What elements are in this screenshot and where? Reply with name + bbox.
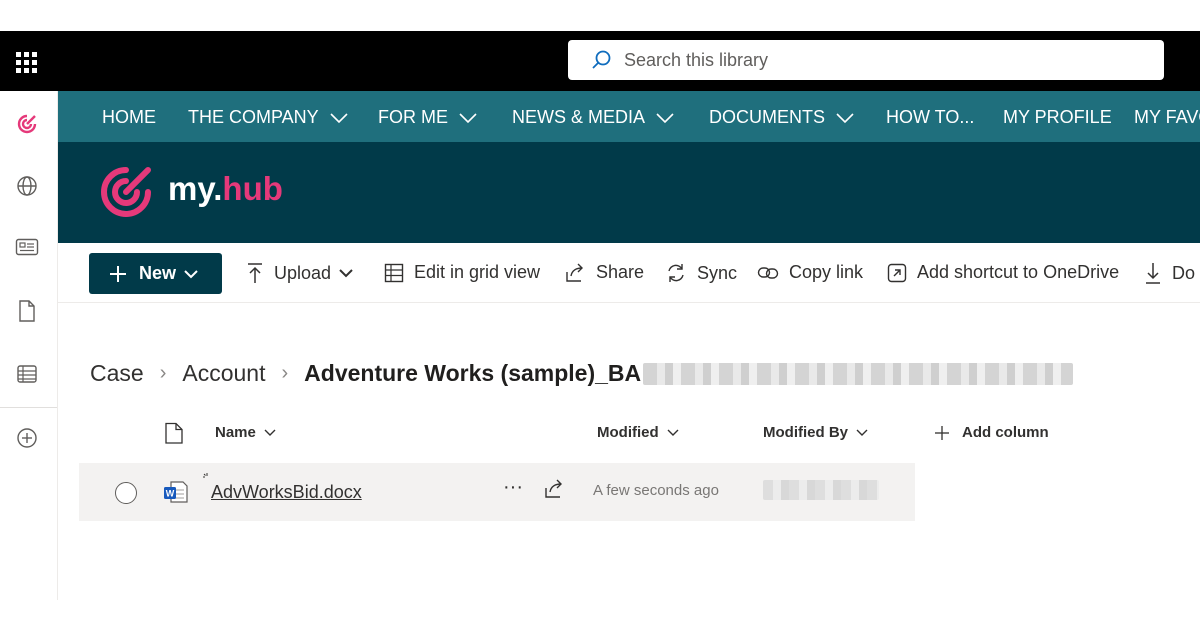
nav-for-me[interactable]: FOR ME — [378, 107, 478, 128]
nav-label: MY PROFILE — [1003, 107, 1112, 127]
logo-prefix: my. — [168, 170, 223, 207]
search-box[interactable]: Search this library — [568, 40, 1164, 80]
chevron-down-icon — [836, 112, 854, 123]
breadcrumb-item-case[interactable]: Case — [90, 360, 144, 387]
add-icon[interactable] — [14, 425, 40, 451]
nav-my-favourites[interactable]: MY FAVO — [1134, 107, 1200, 128]
nav-label: HOME — [102, 107, 156, 127]
breadcrumb-current: Adventure Works (sample)_BA — [304, 360, 642, 386]
sync-label: Sync — [697, 262, 738, 283]
document-icon[interactable] — [14, 298, 40, 324]
nav-my-profile[interactable]: MY PROFILE — [1003, 107, 1112, 128]
site-logo[interactable]: my.hub — [168, 170, 283, 208]
chevron-down-icon — [656, 112, 674, 123]
link-icon — [757, 266, 779, 279]
share-button[interactable]: Share — [564, 262, 644, 283]
chevron-down-icon — [339, 269, 353, 278]
copylink-label: Copy link — [789, 262, 864, 282]
share-icon[interactable] — [543, 479, 565, 499]
chevron-down-icon — [264, 429, 276, 436]
file-name-link[interactable]: AdvWorksBid.docx — [211, 482, 362, 503]
download-button[interactable]: Do — [1144, 262, 1195, 284]
breadcrumb-item-account[interactable]: Account — [182, 360, 265, 387]
hub-navigation: HOME THE COMPANY FOR ME NEWS & MEDIA DOC… — [58, 91, 1200, 142]
chevron-right-icon: › — [159, 362, 167, 384]
chevron-down-icon — [459, 112, 477, 123]
nav-label: FOR ME — [378, 107, 448, 127]
nav-label: NEWS & MEDIA — [512, 107, 646, 127]
sync-button[interactable]: Sync — [665, 262, 737, 284]
download-label: Do — [1172, 262, 1196, 283]
app-rail — [0, 91, 58, 600]
logo-suffix: hub — [222, 170, 283, 207]
command-bar: New Upload Edit in grid view Share Sync … — [58, 244, 1200, 303]
upload-button[interactable]: Upload — [246, 262, 353, 284]
nav-label: HOW TO... — [886, 107, 975, 127]
modified-by-redacted — [763, 480, 879, 500]
globe-icon[interactable] — [14, 173, 40, 199]
app-launcher-icon[interactable] — [16, 52, 38, 73]
column-label: Add column — [962, 424, 1049, 441]
more-options-icon[interactable]: ··· — [503, 476, 523, 499]
grid-label: Edit in grid view — [414, 262, 541, 282]
new-label: New — [139, 263, 177, 283]
nav-label: THE COMPANY — [188, 107, 319, 127]
name-column-header[interactable]: Name — [215, 424, 276, 441]
shortcut-label: Add shortcut to OneDrive — [917, 262, 1120, 282]
add-column-button[interactable]: Add column — [934, 424, 1049, 441]
download-icon — [1146, 263, 1160, 284]
plus-icon — [935, 425, 949, 440]
edit-grid-button[interactable]: Edit in grid view — [384, 262, 540, 283]
column-label: Modified — [597, 424, 659, 441]
myhub-icon[interactable] — [14, 111, 40, 137]
file-type-column-header[interactable] — [164, 422, 184, 444]
row-select-checkbox[interactable] — [115, 482, 137, 504]
nav-label: DOCUMENTS — [709, 107, 825, 127]
modified-by-column-header[interactable]: Modified By — [763, 424, 868, 441]
word-file-icon: W — [164, 481, 188, 503]
share-label: Share — [596, 262, 645, 282]
upload-icon — [248, 263, 262, 283]
nav-home[interactable]: HOME — [102, 107, 156, 128]
chevron-down-icon — [856, 429, 868, 436]
column-label: Name — [215, 424, 256, 441]
search-icon — [592, 50, 611, 69]
chevron-down-icon — [330, 112, 348, 123]
myhub-logo-icon[interactable] — [98, 164, 156, 220]
copy-link-button[interactable]: Copy link — [757, 262, 863, 283]
list-icon[interactable] — [14, 361, 40, 387]
hub-header: my.hub — [58, 142, 1200, 243]
plus-icon — [110, 265, 126, 282]
nav-label: MY FAVO — [1134, 107, 1200, 127]
rail-divider — [0, 407, 57, 408]
file-type-icon — [165, 422, 183, 444]
table-row[interactable]: W AdvWorksBid.docx ··· A few seconds ago — [79, 463, 915, 521]
chevron-down-icon — [667, 429, 679, 436]
nav-how-to[interactable]: HOW TO... — [886, 107, 974, 128]
breadcrumb: Case › Account › Adventure Works (sample… — [90, 360, 1074, 387]
new-button[interactable]: New — [89, 253, 222, 294]
sync-icon — [668, 264, 684, 282]
search-placeholder: Search this library — [624, 49, 769, 70]
share-icon — [566, 263, 583, 282]
grid-icon — [384, 263, 404, 282]
column-label: Modified By — [763, 424, 848, 441]
news-icon[interactable] — [14, 234, 40, 260]
nav-documents[interactable]: DOCUMENTS — [709, 107, 855, 128]
svg-text:W: W — [166, 489, 175, 499]
redacted-text — [643, 362, 1074, 385]
new-item-indicator-icon — [203, 473, 208, 478]
nav-the-company[interactable]: THE COMPANY — [188, 107, 349, 128]
nav-news-media[interactable]: NEWS & MEDIA — [512, 107, 675, 128]
modified-value: A few seconds ago — [593, 482, 719, 499]
chevron-down-icon — [184, 269, 198, 278]
modified-column-header[interactable]: Modified — [597, 424, 679, 441]
upload-label: Upload — [274, 262, 332, 283]
chevron-right-icon: › — [281, 362, 289, 384]
shortcut-icon — [887, 263, 907, 282]
add-shortcut-button[interactable]: Add shortcut to OneDrive — [887, 262, 1119, 283]
